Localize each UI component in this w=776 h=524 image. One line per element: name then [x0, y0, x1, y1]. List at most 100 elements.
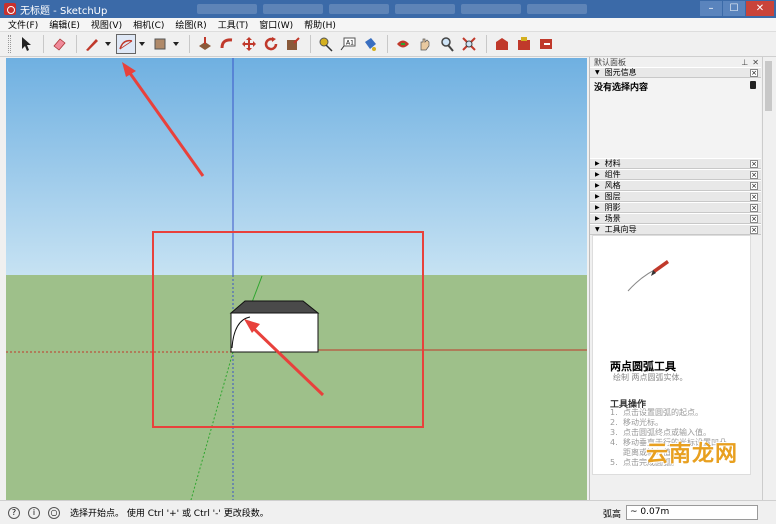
instructor-content: 两点圆弧工具 绘制 两点圆弧实体。 工具操作 1. 点击设置圆弧的起点。 2. 移动…	[592, 235, 751, 475]
tray-close-icon[interactable]: ✕	[752, 58, 759, 67]
zoom-extents-tool-button[interactable]	[459, 34, 479, 54]
expand-triangle-icon: ▼	[595, 69, 600, 76]
text-label-icon: A1	[340, 37, 356, 51]
tray-close-icon[interactable]: ×	[750, 160, 758, 168]
measurements-input[interactable]: ~ 0.07m	[626, 505, 758, 520]
select-tool-button[interactable]	[16, 34, 36, 54]
hand-icon	[420, 38, 430, 51]
shape-tool-dropdown[interactable]	[172, 34, 180, 54]
status-bar: ? i ○ 选择开始点。 使用 Ctrl '+' 或 Ctrl '-' 更改段数…	[0, 500, 776, 524]
tray-close-icon[interactable]: ×	[750, 69, 758, 77]
tray-layers-label: 图层	[604, 192, 621, 201]
orbit-icon	[397, 40, 409, 48]
tray-layers[interactable]: ▶ 图层 ×	[590, 191, 761, 202]
rectangle-tool-button[interactable]	[150, 34, 170, 54]
menu-tools[interactable]: 工具(T)	[218, 18, 249, 31]
user-icon[interactable]: ○	[48, 506, 60, 519]
tray-materials[interactable]: ▶ 材料 ×	[590, 158, 761, 169]
tray-scenes[interactable]: ▶ 场景 ×	[590, 213, 761, 224]
pencil-icon	[86, 39, 98, 51]
extension-warehouse-button[interactable]	[514, 34, 534, 54]
tray-close-icon[interactable]: ×	[750, 171, 758, 179]
pin-icon[interactable]: ⊥	[741, 58, 748, 67]
instructor-step: 1. 点击设置圆弧的起点。	[610, 408, 703, 417]
tray-close-icon[interactable]: ×	[750, 226, 758, 234]
tray-header: 默认面板 ⊥ ✕	[590, 57, 761, 67]
3d-warehouse-button[interactable]	[492, 34, 512, 54]
line-tool-button[interactable]	[82, 34, 102, 54]
menu-help[interactable]: 帮助(H)	[304, 18, 336, 31]
menu-edit[interactable]: 编辑(E)	[49, 18, 80, 31]
tray-components-label: 组件	[604, 170, 621, 179]
svg-text:A1: A1	[346, 40, 354, 47]
collapse-triangle-icon: ▶	[595, 182, 600, 189]
menu-camera[interactable]: 相机(C)	[133, 18, 164, 31]
tray-instructor-label: 工具向导	[604, 225, 637, 234]
follow-me-tool-button[interactable]	[217, 34, 237, 54]
title-bar: 无标题 - SketchUp – ☐ ✕	[0, 0, 776, 18]
push-pull-icon	[199, 37, 211, 50]
scale-tool-button[interactable]	[283, 34, 303, 54]
paint-bucket-tool-button[interactable]	[360, 34, 380, 54]
push-pull-tool-button[interactable]	[195, 34, 215, 54]
annotation-arrowhead-toolbar	[122, 62, 136, 77]
menu-draw[interactable]: 绘图(R)	[175, 18, 206, 31]
arc-tool-button[interactable]	[116, 34, 136, 54]
toolbar-grip[interactable]	[8, 35, 11, 53]
tray-close-icon[interactable]: ×	[750, 193, 758, 201]
line-tool-dropdown[interactable]	[104, 34, 112, 54]
tray-shadows[interactable]: ▶ 阴影 ×	[590, 202, 761, 213]
pan-tool-button[interactable]	[415, 34, 435, 54]
tray-styles[interactable]: ▶ 风格 ×	[590, 180, 761, 191]
lock-icon[interactable]	[750, 81, 756, 89]
scrollbar-thumb[interactable]	[765, 61, 772, 111]
panel-scrollbar[interactable]	[762, 57, 774, 500]
modeling-viewport[interactable]	[6, 58, 587, 500]
scale-icon	[287, 37, 300, 50]
tray-entity-info[interactable]: ▼ 图元信息 ×	[590, 67, 761, 78]
warehouse-icon	[496, 38, 508, 50]
menu-view[interactable]: 视图(V)	[91, 18, 122, 31]
credits-icon[interactable]: i	[28, 506, 40, 519]
tape-measure-tool-button[interactable]	[316, 34, 336, 54]
eraser-tool-button[interactable]	[49, 34, 69, 54]
tape-measure-icon	[319, 37, 333, 52]
box-top-face[interactable]	[229, 300, 320, 314]
tray-components[interactable]: ▶ 组件 ×	[590, 169, 761, 180]
text-tool-button[interactable]: A1	[338, 34, 358, 54]
rotate-tool-button[interactable]	[261, 34, 281, 54]
tray-materials-label: 材料	[604, 159, 621, 168]
eraser-icon	[53, 38, 66, 51]
magnifier-icon	[441, 37, 454, 52]
status-message: 选择开始点。 使用 Ctrl '+' 或 Ctrl '-' 更改段数。	[70, 509, 269, 519]
arc-tool-illustration	[627, 260, 669, 292]
tray-instructor[interactable]: ▼ 工具向导 ×	[590, 224, 761, 235]
dropdown-triangle-icon	[173, 42, 179, 46]
zoom-extents-icon	[462, 37, 476, 51]
scene-overlay	[6, 58, 587, 500]
share-model-button[interactable]	[536, 34, 556, 54]
arc-icon	[119, 39, 133, 50]
menu-window[interactable]: 窗口(W)	[259, 18, 293, 31]
collapse-triangle-icon: ▶	[595, 204, 600, 211]
blurred-taskbar-tabs	[197, 4, 588, 14]
tray-close-icon[interactable]: ×	[750, 182, 758, 190]
orbit-tool-button[interactable]	[393, 34, 413, 54]
maximize-button[interactable]: ☐	[723, 1, 745, 16]
collapse-triangle-icon: ▶	[595, 215, 600, 222]
follow-me-icon	[220, 38, 233, 49]
move-tool-button[interactable]	[239, 34, 259, 54]
tray-close-icon[interactable]: ×	[750, 215, 758, 223]
menu-file[interactable]: 文件(F)	[8, 18, 38, 31]
nothing-selected-text: 没有选择内容	[594, 83, 649, 93]
arc-tool-dropdown[interactable]	[138, 34, 146, 54]
minimize-button[interactable]: –	[700, 1, 722, 16]
close-button[interactable]: ✕	[746, 1, 774, 16]
tray-entity-info-label: 图元信息	[604, 68, 637, 77]
zoom-tool-button[interactable]	[437, 34, 457, 54]
annotation-arrow-toolbar	[125, 68, 205, 177]
geo-location-icon[interactable]: ?	[8, 506, 20, 519]
tray-close-icon[interactable]: ×	[750, 204, 758, 212]
menu-bar: 文件(F) 编辑(E) 视图(V) 相机(C) 绘图(R) 工具(T) 窗口(W…	[0, 18, 776, 32]
paint-bucket-icon	[365, 38, 376, 51]
